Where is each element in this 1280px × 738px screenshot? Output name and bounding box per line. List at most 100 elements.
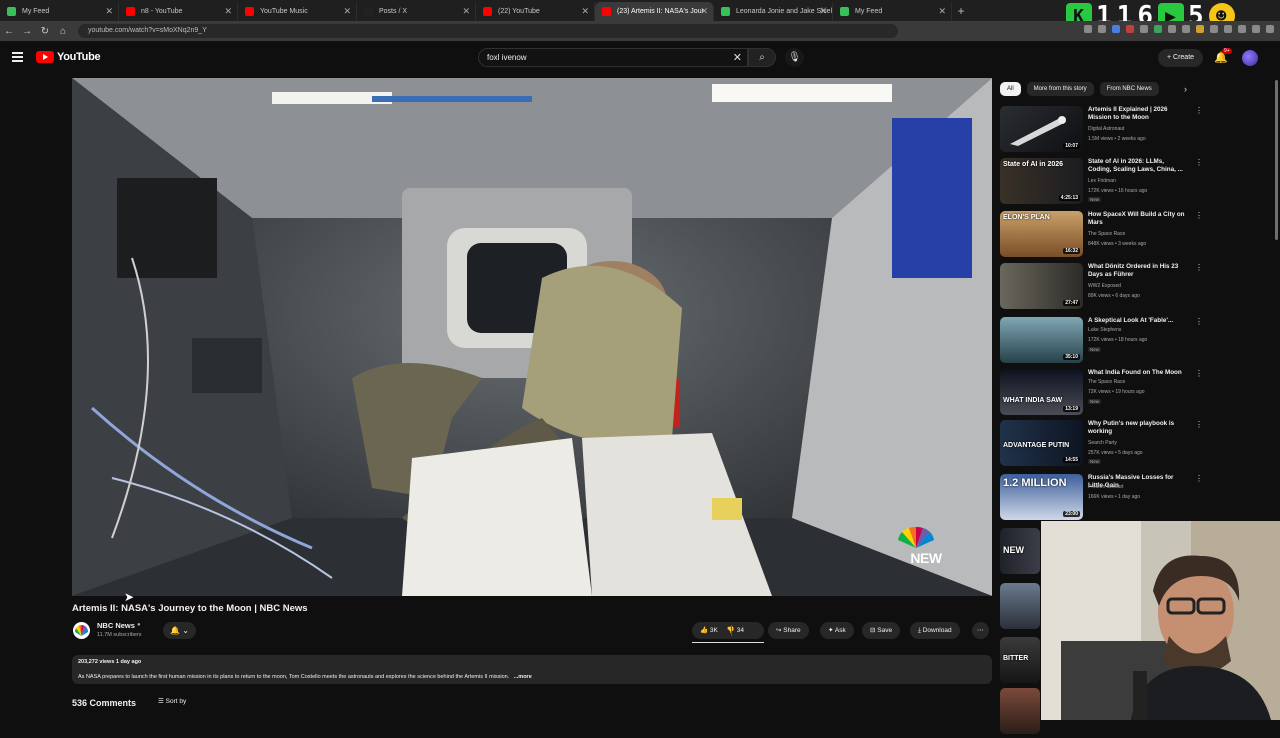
dislike-button[interactable]: 👎 34: [727, 627, 744, 634]
extension-icon[interactable]: [1126, 25, 1134, 33]
more-vertical-icon[interactable]: ⋮: [1195, 317, 1203, 326]
extension-icon[interactable]: [1252, 25, 1260, 33]
video-thumbnail[interactable]: State of AI in 2026 4:25:13: [1000, 158, 1083, 204]
video-thumbnail[interactable]: [1000, 688, 1040, 734]
close-icon[interactable]: ✕: [105, 2, 113, 21]
close-icon[interactable]: ✕: [462, 2, 470, 21]
ask-button[interactable]: ✦ Ask: [820, 622, 854, 639]
more-vertical-icon[interactable]: ⋮: [1195, 211, 1203, 220]
extension-icon[interactable]: [1112, 25, 1120, 33]
video-thumbnail[interactable]: 35:10: [1000, 317, 1083, 363]
recommendation-title[interactable]: What India Found on The Moon: [1088, 369, 1188, 377]
close-icon[interactable]: ✕: [700, 2, 708, 21]
recommendation-title[interactable]: A Skeptical Look At 'Fable'...: [1088, 317, 1188, 325]
recommendation-item[interactable]: 1.2 MILLION 23:00 Russia's Massive Losse…: [1000, 474, 1203, 524]
video-thumbnail[interactable]: 10:07: [1000, 106, 1083, 152]
chip-more-from-story[interactable]: More from this story: [1026, 82, 1094, 96]
home-icon[interactable]: ⌂: [54, 26, 72, 37]
video-thumbnail[interactable]: BITTER: [1000, 637, 1040, 683]
more-vertical-icon[interactable]: ⋮: [1195, 369, 1203, 378]
recommendation-title[interactable]: What Dönitz Ordered in His 23 Days as Fü…: [1088, 263, 1188, 279]
create-button[interactable]: + Create: [1158, 49, 1204, 67]
recommendation-channel[interactable]: Lex Fridman: [1088, 178, 1116, 184]
close-icon[interactable]: ✕: [938, 2, 946, 21]
reload-icon[interactable]: ↻: [36, 26, 54, 37]
browser-tab[interactable]: YouTube Music ✕: [238, 2, 357, 21]
recommendation-title[interactable]: How SpaceX Will Build a City on Mars: [1088, 211, 1188, 227]
browser-tab[interactable]: Posts / X ✕: [357, 2, 476, 21]
extension-icon[interactable]: [1238, 25, 1246, 33]
new-tab-button[interactable]: +: [952, 2, 970, 21]
browser-tab[interactable]: (22) YouTube ✕: [476, 2, 595, 21]
extension-icon[interactable]: [1224, 25, 1232, 33]
like-button[interactable]: 👍 3K: [700, 627, 718, 634]
forward-icon[interactable]: →: [18, 26, 36, 37]
more-actions-button[interactable]: ⋯: [972, 622, 989, 639]
video-thumbnail[interactable]: WHAT INDIA SAW 13:19: [1000, 369, 1083, 415]
recommendation-item[interactable]: 10:07 Artemis II Explained | 2026 Missio…: [1000, 106, 1203, 156]
recommendation-item[interactable]: WHAT INDIA SAW 13:19 What India Found on…: [1000, 369, 1203, 419]
extension-icon[interactable]: [1210, 25, 1218, 33]
video-thumbnail[interactable]: ADVANTAGE PUTIN 14:55: [1000, 420, 1083, 466]
more-vertical-icon[interactable]: ⋮: [1195, 106, 1203, 115]
close-icon[interactable]: ✕: [819, 2, 827, 21]
video-thumbnail[interactable]: NEW: [1000, 528, 1040, 574]
recommendation-item[interactable]: ELON'S PLAN 16:32 How SpaceX Will Build …: [1000, 211, 1203, 261]
recommendation-title[interactable]: Artemis II Explained | 2026 Mission to t…: [1088, 106, 1188, 122]
chevron-right-icon[interactable]: ›: [1184, 84, 1187, 94]
back-icon[interactable]: ←: [0, 26, 18, 37]
video-player[interactable]: NEW: [72, 78, 992, 596]
recommendation-channel[interactable]: Preston Stewart: [1088, 484, 1124, 490]
channel-name[interactable]: NBC News: [97, 621, 135, 630]
video-thumbnail[interactable]: ELON'S PLAN 16:32: [1000, 211, 1083, 257]
extension-icon[interactable]: [1266, 25, 1274, 33]
recommendation-item[interactable]: ADVANTAGE PUTIN 14:55 Why Putin's new pl…: [1000, 420, 1203, 470]
recommendation-title[interactable]: State of AI in 2026: LLMs, Coding, Scali…: [1088, 158, 1188, 174]
more-vertical-icon[interactable]: ⋮: [1195, 158, 1203, 167]
description-box[interactable]: 203,272 views 1 day ago As NASA prepares…: [72, 655, 992, 684]
chip-all[interactable]: All: [1000, 82, 1021, 96]
browser-tab[interactable]: My Feed ✕: [833, 2, 952, 21]
chip-from-nbc-news[interactable]: From NBC News: [1099, 82, 1159, 96]
page-scrollbar[interactable]: [1275, 80, 1278, 240]
recommendation-item[interactable]: 35:10 A Skeptical Look At 'Fable'... Luk…: [1000, 317, 1203, 367]
video-thumbnail[interactable]: 27:47: [1000, 263, 1083, 309]
browser-tab[interactable]: My Feed ✕: [0, 2, 119, 21]
search-input[interactable]: [487, 49, 727, 66]
recommendation-channel[interactable]: Luke Stephens: [1088, 327, 1121, 333]
sort-comments-button[interactable]: ☰ Sort by: [158, 697, 186, 705]
recommendation-channel[interactable]: Search Party: [1088, 440, 1117, 446]
browser-tab[interactable]: n8 - YouTube ✕: [119, 2, 238, 21]
account-avatar[interactable]: [1242, 50, 1258, 66]
clear-search-icon[interactable]: ✕: [733, 51, 742, 64]
more-vertical-icon[interactable]: ⋮: [1195, 263, 1203, 272]
share-button[interactable]: ↪ Share: [768, 622, 809, 639]
recommendation-channel[interactable]: WW2 Exposed: [1088, 283, 1121, 289]
recommendation-channel[interactable]: The Space Race: [1088, 379, 1125, 385]
extension-icon[interactable]: [1182, 25, 1190, 33]
recommendation-title[interactable]: Why Putin's new playbook is working: [1088, 420, 1188, 436]
recommendation-item[interactable]: [1000, 688, 1040, 738]
browser-tab-active[interactable]: (23) Artemis II: NASA's Jour ✕: [595, 2, 714, 21]
recommendation-item[interactable]: NEW: [1000, 528, 1040, 578]
recommendation-item[interactable]: State of AI in 2026 4:25:13 State of AI …: [1000, 158, 1203, 208]
recommendation-channel[interactable]: Digital Astronaut: [1088, 126, 1124, 132]
hamburger-menu-icon[interactable]: [12, 52, 23, 62]
extension-icon[interactable]: [1196, 25, 1204, 33]
extension-icon[interactable]: [1168, 25, 1176, 33]
extension-icon[interactable]: [1084, 25, 1092, 33]
show-more-link[interactable]: ...more: [514, 674, 532, 680]
download-button[interactable]: ⤓ Download: [910, 622, 960, 639]
voice-search-button[interactable]: 🎙: [785, 48, 804, 67]
address-bar[interactable]: youtube.com/watch?v=sMoXNq2n9_Y: [78, 24, 898, 38]
close-icon[interactable]: ✕: [224, 2, 232, 21]
extension-icon[interactable]: [1140, 25, 1148, 33]
subscription-notifications-button[interactable]: 🔔 ⌄: [163, 622, 196, 639]
close-icon[interactable]: ✕: [581, 2, 589, 21]
extension-icon[interactable]: [1098, 25, 1106, 33]
video-thumbnail[interactable]: 1.2 MILLION 23:00: [1000, 474, 1083, 520]
more-vertical-icon[interactable]: ⋮: [1195, 474, 1203, 483]
close-icon[interactable]: ✕: [343, 2, 351, 21]
search-button[interactable]: ⌕: [748, 48, 776, 67]
channel-avatar[interactable]: [73, 622, 90, 639]
